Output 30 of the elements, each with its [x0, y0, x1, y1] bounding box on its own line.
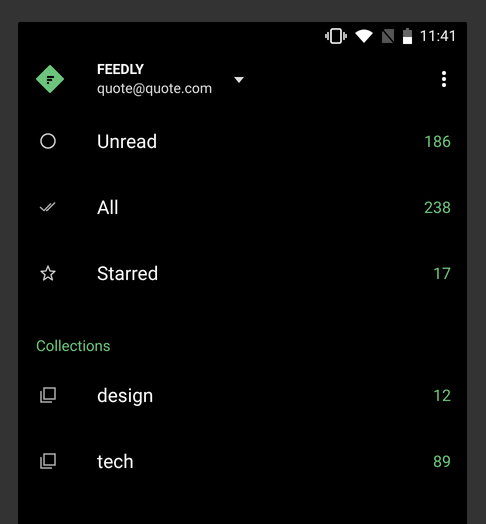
item-label: design: [97, 384, 154, 406]
battery-icon: [402, 28, 412, 44]
logo-icon: [36, 65, 64, 93]
item-label: Unread: [97, 130, 158, 152]
more-options-icon[interactable]: [441, 70, 447, 88]
star-icon: [38, 263, 58, 283]
wifi-icon: [354, 29, 373, 43]
item-count: 238: [424, 198, 451, 216]
nav-item[interactable]: All 238: [18, 174, 467, 240]
circle-icon: [38, 131, 58, 151]
vibrate-icon: [324, 28, 347, 44]
nav-item[interactable]: Unread 186: [18, 108, 467, 174]
item-label: tech: [97, 450, 134, 472]
clock-time: 11:41: [420, 27, 457, 45]
item-count: 12: [433, 386, 451, 404]
item-label: Starred: [97, 262, 158, 284]
item-label: All: [97, 196, 119, 218]
item-count: 89: [433, 452, 451, 470]
nav-item[interactable]: tech 89: [18, 428, 467, 494]
dropdown-caret-icon[interactable]: [234, 77, 244, 83]
stacked-squares-icon: [38, 385, 58, 405]
no-sim-icon: [380, 28, 395, 44]
section-title: Collections: [36, 337, 111, 355]
stacked-squares-icon: [38, 451, 58, 471]
item-count: 186: [424, 132, 451, 150]
nav-item[interactable]: Starred 17: [18, 240, 467, 306]
account-name: FEEDLY: [97, 62, 145, 78]
item-count: 17: [433, 264, 451, 282]
nav-item[interactable]: design 12: [18, 362, 467, 428]
account-email: quote@quote.com: [97, 80, 212, 96]
